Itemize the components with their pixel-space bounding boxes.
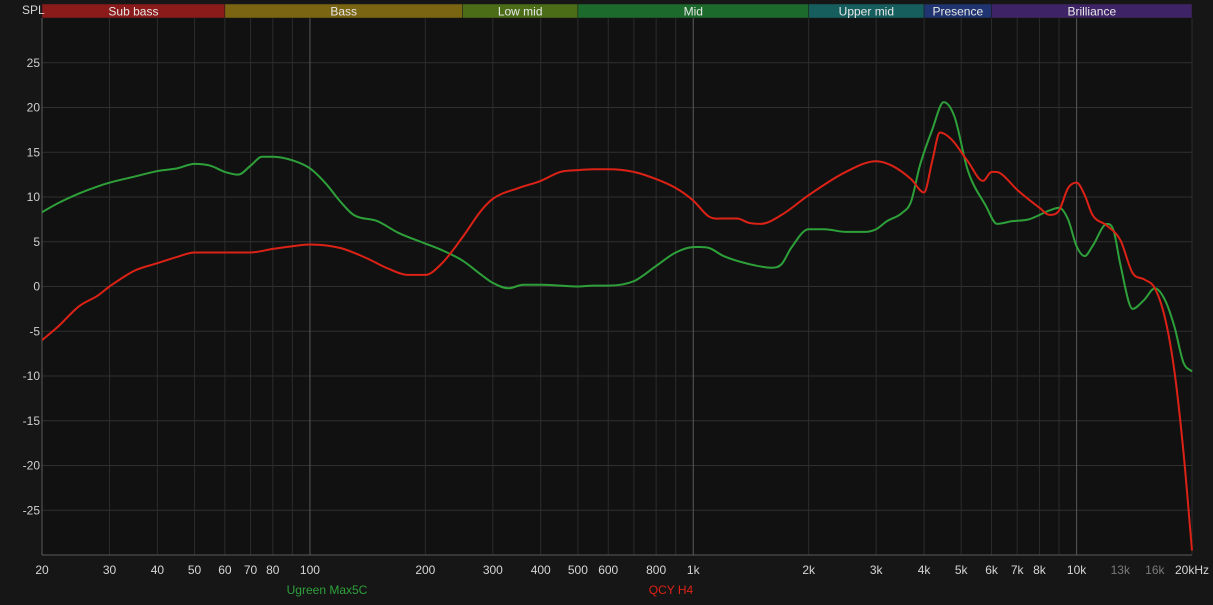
x-tick-label: 20kHz: [1175, 563, 1209, 577]
legend-ugreen-max5c: Ugreen Max5C: [287, 583, 368, 597]
chart-svg: Sub bass Bass Low mid Mid Upper mid Presence B…: [0, 0, 1213, 600]
band-segment: Low mid: [462, 3, 579, 19]
frequency-response-chart: Sub bass Bass Low mid Mid Upper mid Presence B…: [0, 0, 1213, 600]
y-tick-label: 5: [33, 235, 40, 249]
x-tick-label: 50: [188, 563, 202, 577]
x-tick-label: 800: [646, 563, 666, 577]
x-tick-label: 10k: [1067, 563, 1087, 577]
band-label: Mid: [684, 5, 703, 19]
x-tick-label: 400: [531, 563, 551, 577]
x-tick-label: 20: [35, 563, 49, 577]
band-label: Low mid: [498, 5, 543, 19]
band-label: Bass: [330, 5, 357, 19]
x-tick-label: 200: [415, 563, 435, 577]
x-tick-label: 600: [598, 563, 618, 577]
band-label: Upper mid: [839, 5, 894, 19]
x-tick-label: 8k: [1033, 563, 1047, 577]
x-tick-label: 6k: [985, 563, 999, 577]
frequency-band-bar: Sub bass Bass Low mid Mid Upper mid Presence B…: [41, 3, 1193, 19]
y-tick-label: -10: [23, 369, 41, 383]
x-tick-label: 2k: [802, 563, 816, 577]
x-tick-label: 13k: [1111, 563, 1131, 577]
band-label: Sub bass: [108, 5, 158, 19]
y-tick-label: 25: [27, 56, 41, 70]
x-tick-label: 80: [266, 563, 280, 577]
y-axis-label: SPL: [22, 3, 45, 17]
x-tick-label: 1k: [687, 563, 701, 577]
band-segment: Upper mid: [808, 3, 925, 19]
x-tick-label: 100: [300, 563, 320, 577]
y-tick-label: -25: [23, 503, 41, 517]
x-tick-label: 7k: [1011, 563, 1025, 577]
x-tick-label: 3k: [870, 563, 884, 577]
x-tick-label: 300: [483, 563, 503, 577]
x-tick-label: 4k: [918, 563, 932, 577]
band-label: Brilliance: [1067, 5, 1116, 19]
x-tick-label: 60: [218, 563, 232, 577]
legend-qcy-h4: QCY H4: [649, 583, 694, 597]
x-tick-label: 16k: [1145, 563, 1165, 577]
y-tick-label: 15: [27, 145, 41, 159]
band-segment: Sub bass: [41, 3, 226, 19]
x-tick-label: 5k: [955, 563, 969, 577]
band-segment: Bass: [224, 3, 463, 19]
y-tick-label: -20: [23, 459, 41, 473]
x-tick-label: 30: [103, 563, 117, 577]
x-tick-label: 40: [151, 563, 165, 577]
y-tick-label: -15: [23, 414, 41, 428]
band-label: Presence: [932, 5, 983, 19]
x-tick-label: 70: [244, 563, 258, 577]
band-segment: Mid: [577, 3, 809, 19]
band-segment: Brilliance: [991, 3, 1193, 19]
y-tick-label: -5: [29, 324, 40, 338]
x-tick-label: 500: [568, 563, 588, 577]
y-tick-label: 0: [33, 280, 40, 294]
y-tick-label: 10: [27, 190, 41, 204]
band-segment: Presence: [923, 3, 992, 19]
y-tick-label: 20: [27, 101, 41, 115]
